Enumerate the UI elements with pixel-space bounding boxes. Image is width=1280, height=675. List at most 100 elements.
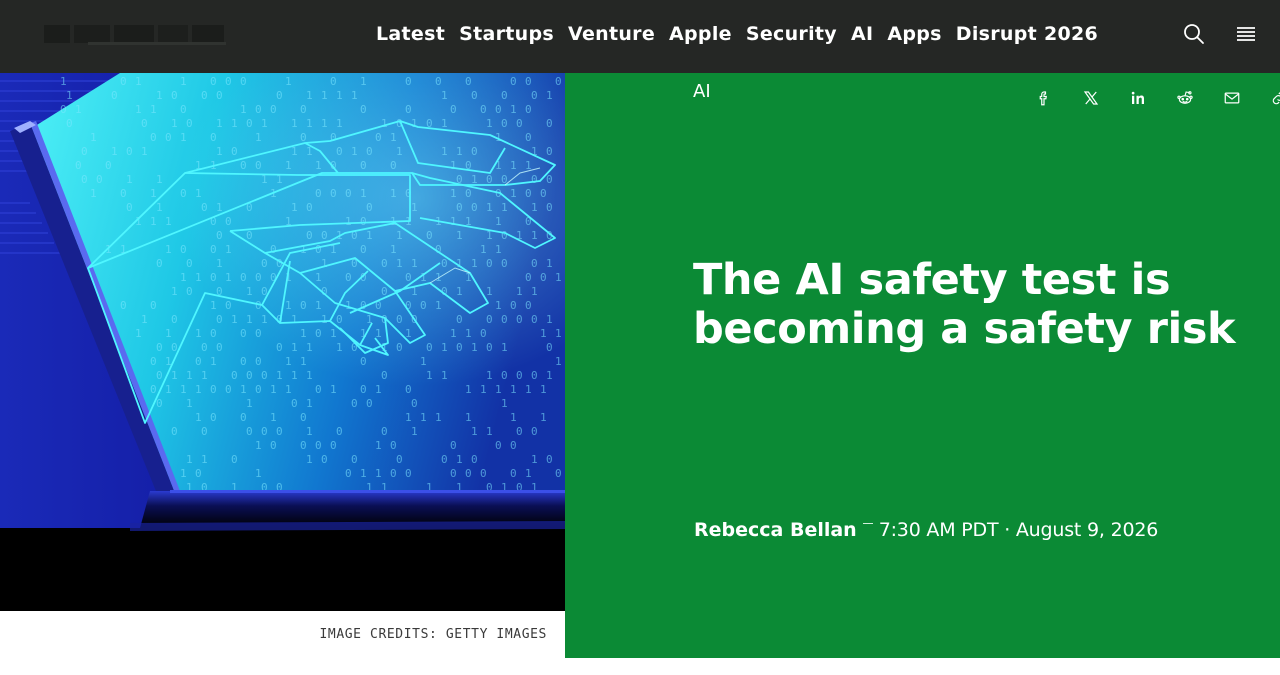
hamburger-menu-icon[interactable]	[1234, 22, 1258, 46]
binary-digit: 1	[165, 327, 172, 340]
binary-digit: 0	[330, 75, 337, 88]
binary-digit: 0	[546, 341, 553, 354]
binary-digit: 0	[210, 131, 217, 144]
binary-digit: 0	[555, 75, 562, 88]
binary-digit: 0	[501, 313, 508, 326]
binary-digit: 1	[441, 341, 448, 354]
binary-digit: 1	[216, 257, 223, 270]
binary-digit: 1	[441, 117, 448, 130]
binary-digit: 0	[321, 229, 328, 242]
binary-digit: 1	[456, 229, 463, 242]
binary-digit: 0	[186, 117, 193, 130]
binary-digit: 0	[261, 257, 268, 270]
binary-digit: 0	[96, 173, 103, 186]
nav-latest[interactable]: Latest	[376, 0, 445, 68]
binary-digit: 0	[126, 201, 133, 214]
binary-digit: 0	[126, 145, 133, 158]
site-logo[interactable]	[44, 22, 226, 48]
binary-digit: 1	[186, 397, 193, 410]
hero-illustration: 1 0 1 1 0 0 0 1 0 1 0 0 0 0 0 01 0 1 0 0 0 0 1 1 1 1 1 0 0 0 10 1 1 1 0 1 0 0…	[0, 73, 565, 611]
binary-digit: 0	[246, 369, 253, 382]
binary-digit: 1	[75, 103, 82, 116]
binary-digit: 1	[315, 299, 322, 312]
binary-digit: 0	[336, 145, 343, 158]
binary-digit: 1	[186, 369, 193, 382]
binary-digit: 1	[495, 215, 502, 228]
binary-digit: 1	[510, 103, 517, 116]
binary-digit: 0	[255, 327, 262, 340]
byline-separator	[862, 523, 873, 524]
binary-digit: 1	[450, 159, 457, 172]
hero-image: 1011000101000000101000011111000101110100…	[0, 73, 565, 611]
binary-digit: 0	[261, 425, 268, 438]
binary-digit: 0	[186, 257, 193, 270]
nav-apps[interactable]: Apps	[887, 0, 941, 68]
binary-digit: 0	[360, 383, 367, 396]
reddit-icon[interactable]	[1161, 86, 1208, 110]
binary-digit: 0	[405, 467, 412, 480]
linkedin-icon[interactable]	[1114, 86, 1161, 110]
binary-digit: 0	[525, 75, 532, 88]
nav-apple[interactable]: Apple	[669, 0, 732, 68]
binary-digit: 0	[531, 89, 538, 102]
binary-digit: 1	[555, 327, 562, 340]
binary-digit: 0	[120, 299, 127, 312]
binary-digit: 0	[246, 229, 253, 242]
binary-digit: 1	[225, 271, 232, 284]
binary-digit: 0	[150, 299, 157, 312]
binary-digit: 1	[306, 341, 313, 354]
nav-security[interactable]: Security	[746, 0, 837, 68]
binary-digit: 0	[300, 439, 307, 452]
binary-digit: 1	[66, 89, 73, 102]
search-icon[interactable]	[1182, 22, 1206, 46]
binary-digit: 1	[330, 327, 337, 340]
binary-digit: 0	[201, 425, 208, 438]
x-icon[interactable]	[1067, 86, 1114, 110]
binary-digit: 1	[525, 383, 532, 396]
email-icon[interactable]	[1208, 86, 1255, 110]
binary-digit: 0	[240, 327, 247, 340]
binary-digit: 0	[450, 439, 457, 452]
binary-digit: 1	[480, 383, 487, 396]
binary-digit: 1	[390, 243, 397, 256]
binary-digit: 0	[315, 243, 322, 256]
binary-digit: 0	[345, 187, 352, 200]
binary-digit: 0	[450, 467, 457, 480]
binary-digit: 1	[336, 117, 343, 130]
binary-digit: 1	[531, 285, 538, 298]
facebook-icon[interactable]	[1020, 86, 1067, 110]
category-link[interactable]: AI	[693, 81, 711, 102]
binary-digit: 1	[306, 397, 313, 410]
binary-digit: 1	[141, 145, 148, 158]
nav-startups[interactable]: Startups	[459, 0, 554, 68]
binary-digit: 0	[501, 257, 508, 270]
binary-digit: 0	[276, 341, 283, 354]
binary-digit: 0	[201, 201, 208, 214]
binary-digit: 1	[525, 467, 532, 480]
author-link[interactable]: Rebecca Bellan	[694, 519, 857, 541]
binary-digit: 0	[375, 131, 382, 144]
nav-disrupt[interactable]: Disrupt 2026	[956, 0, 1098, 68]
nav-ai[interactable]: AI	[851, 0, 873, 68]
binary-digit: 1	[231, 117, 238, 130]
binary-digit: 0	[516, 425, 523, 438]
binary-digit: 0	[195, 467, 202, 480]
nav-venture[interactable]: Venture	[568, 0, 655, 68]
binary-digit: 1	[240, 103, 247, 116]
binary-digit: 0	[150, 383, 157, 396]
link-icon[interactable]	[1255, 86, 1280, 110]
binary-digit: 0	[471, 89, 478, 102]
binary-digit: 0	[501, 369, 508, 382]
binary-digit: 0	[75, 159, 82, 172]
binary-digit: 1	[261, 117, 268, 130]
binary-digit: 1	[171, 285, 178, 298]
binary-digit: 0	[510, 467, 517, 480]
binary-digit: 1	[411, 117, 418, 130]
binary-digit: 0	[546, 173, 553, 186]
binary-digit: 1	[441, 145, 448, 158]
binary-digit: 1	[495, 243, 502, 256]
binary-digit: 0	[216, 313, 223, 326]
binary-digit: 1	[135, 75, 142, 88]
binary-digit: 0	[336, 313, 343, 326]
binary-digit: 1	[195, 187, 202, 200]
